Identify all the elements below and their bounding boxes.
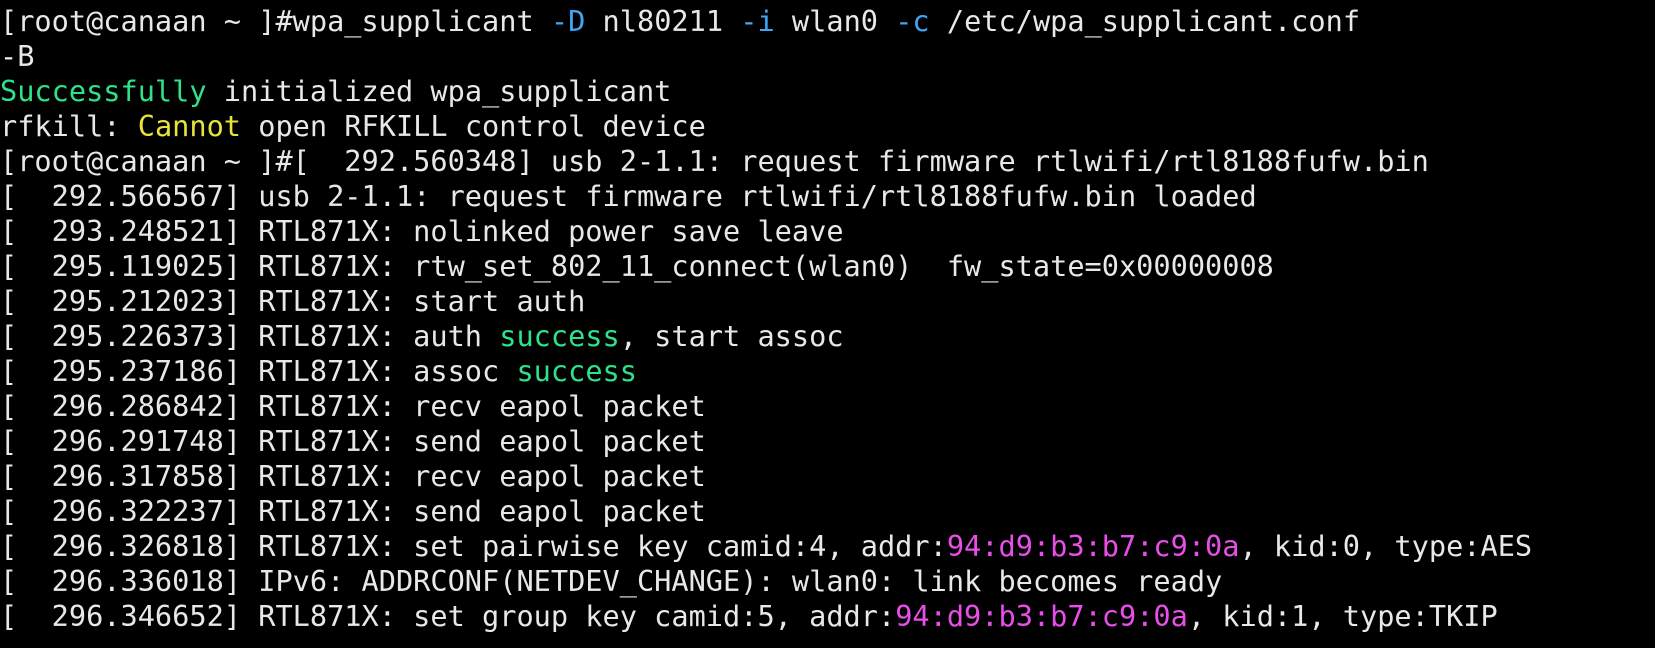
terminal-text-segment: [ 295.212023] RTL871X: start auth xyxy=(0,284,586,318)
terminal-text-segment: -i xyxy=(740,4,775,38)
terminal-text-segment: , kid:0, type:AES xyxy=(1239,529,1533,563)
terminal-line: [ 295.119025] RTL871X: rtw_set_802_11_co… xyxy=(0,249,1655,284)
terminal-text-segment: nl80211 xyxy=(585,4,741,38)
terminal-text-segment: open RFKILL control device xyxy=(241,109,706,143)
terminal-text-segment: success xyxy=(516,354,637,388)
terminal-line: [ 296.322237] RTL871X: send eapol packet xyxy=(0,494,1655,529)
terminal-text-segment: 94:d9:b3:b7:c9:0a xyxy=(895,599,1188,633)
terminal-line: [ 296.336018] IPv6: ADDRCONF(NETDEV_CHAN… xyxy=(0,564,1655,599)
terminal-line: Successfully initialized wpa_supplicant xyxy=(0,74,1655,109)
terminal-text-segment: [root@canaan ~ ]#[ 292.560348] usb 2-1.1… xyxy=(0,144,1429,178)
terminal-text-segment: [ 295.237186] RTL871X: assoc xyxy=(0,354,517,388)
terminal-line: [ 295.237186] RTL871X: assoc success xyxy=(0,354,1655,389)
terminal-text-segment: [ 296.336018] IPv6: ADDRCONF(NETDEV_CHAN… xyxy=(0,564,1223,598)
terminal-text-segment: Successfully xyxy=(0,74,207,108)
terminal-text-segment: rfkill: xyxy=(0,109,138,143)
terminal-text-segment: success xyxy=(499,319,620,353)
terminal-text-segment: -B xyxy=(0,39,35,73)
terminal-text-segment: [ 292.566567] usb 2-1.1: request firmwar… xyxy=(0,179,1257,213)
terminal-line: rfkill: Cannot open RFKILL control devic… xyxy=(0,109,1655,144)
terminal-text-segment: /etc/wpa_supplicant.conf xyxy=(929,4,1361,38)
terminal-text-segment: , kid:1, type:TKIP xyxy=(1187,599,1498,633)
terminal-text-segment: [ 296.317858] RTL871X: recv eapol packet xyxy=(0,459,706,493)
terminal-line: [ 293.248521] RTL871X: nolinked power sa… xyxy=(0,214,1655,249)
terminal-text-segment: -c xyxy=(895,4,930,38)
terminal-text-segment: initialized wpa_supplicant xyxy=(206,74,672,108)
terminal-line: [ 296.286842] RTL871X: recv eapol packet xyxy=(0,389,1655,424)
terminal-text-segment: , start assoc xyxy=(619,319,844,353)
terminal-text-segment: [root@canaan ~ ]#wpa_supplicant xyxy=(0,4,551,38)
terminal-output[interactable]: [root@canaan ~ ]#wpa_supplicant -D nl802… xyxy=(0,0,1655,648)
terminal-text-segment: [ 295.226373] RTL871X: auth xyxy=(0,319,500,353)
terminal-line: -B xyxy=(0,39,1655,74)
terminal-line: [root@canaan ~ ]#[ 292.560348] usb 2-1.1… xyxy=(0,144,1655,179)
terminal-text-segment: -D xyxy=(550,4,586,38)
terminal-text-segment: [ 296.291748] RTL871X: send eapol packet xyxy=(0,424,706,458)
terminal-text-segment: [ 296.326818] RTL871X: set pairwise key … xyxy=(0,529,947,563)
terminal-line: [ 295.226373] RTL871X: auth success, sta… xyxy=(0,319,1655,354)
terminal-text-segment: [ 295.119025] RTL871X: rtw_set_802_11_co… xyxy=(0,249,1274,283)
terminal-line: [ 296.326818] RTL871X: set pairwise key … xyxy=(0,529,1655,564)
terminal-line: [ 296.346652] RTL871X: set group key cam… xyxy=(0,599,1655,634)
terminal-text-segment: [ 293.248521] RTL871X: nolinked power sa… xyxy=(0,214,844,248)
terminal-line: [ 295.212023] RTL871X: start auth xyxy=(0,284,1655,319)
terminal-line: [ 292.566567] usb 2-1.1: request firmwar… xyxy=(0,179,1655,214)
terminal-line: [root@canaan ~ ]#wpa_supplicant -D nl802… xyxy=(0,4,1655,39)
terminal-line: [ 296.317858] RTL871X: recv eapol packet xyxy=(0,459,1655,494)
terminal-text-segment: [ 296.322237] RTL871X: send eapol packet xyxy=(0,494,706,528)
terminal-text-segment: Cannot xyxy=(137,109,242,143)
terminal-text-segment: [ 296.346652] RTL871X: set group key cam… xyxy=(0,599,896,633)
terminal-text-segment: 94:d9:b3:b7:c9:0a xyxy=(946,529,1240,563)
terminal-line: [ 296.291748] RTL871X: send eapol packet xyxy=(0,424,1655,459)
terminal-text-segment: wlan0 xyxy=(774,4,896,38)
terminal-text-segment: [ 296.286842] RTL871X: recv eapol packet xyxy=(0,389,706,423)
